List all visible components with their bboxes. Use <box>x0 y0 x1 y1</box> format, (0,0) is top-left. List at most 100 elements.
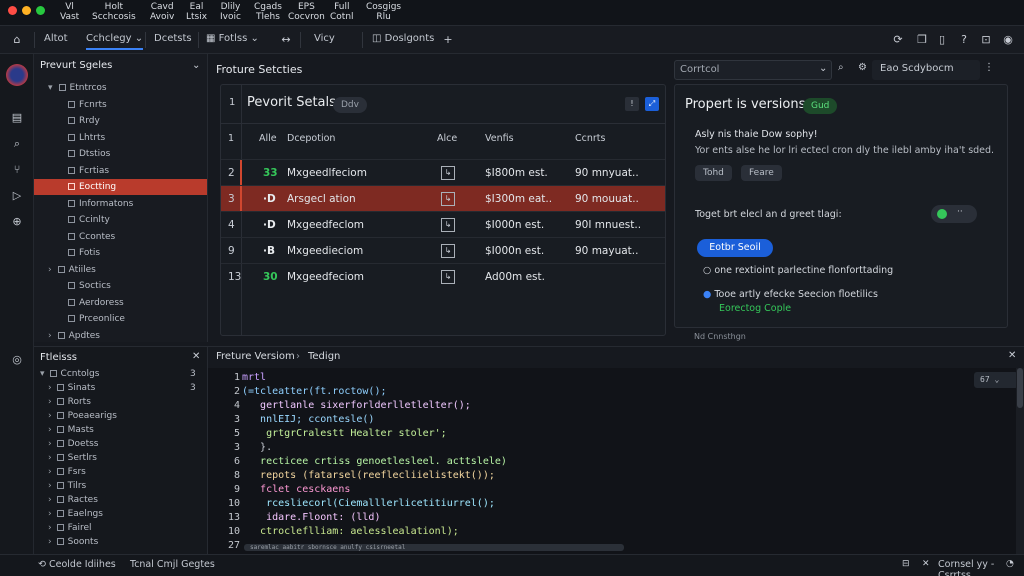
breadcrumb[interactable]: Freture Versiom <box>216 351 295 362</box>
column-header[interactable]: Alle <box>259 133 277 144</box>
menu-item[interactable]: EPS Cocvron <box>288 2 325 22</box>
sidebar2-item[interactable]: › Rorts <box>34 395 207 409</box>
scrollbar-thumb[interactable] <box>1017 368 1023 408</box>
search-icon[interactable]: ⌕ <box>9 136 25 152</box>
menu-item[interactable]: Vl Vast <box>60 2 79 22</box>
radio-option[interactable]: ○ one rextioint parlectine flonforttadin… <box>703 265 893 276</box>
layout-icon[interactable]: ⊟ <box>902 559 910 569</box>
zoom-control[interactable]: 67 ⌄ <box>974 372 1018 388</box>
radio-option-selected[interactable]: ● Tooe artly efecke Seecion floetilics <box>703 289 878 300</box>
sidebar-item[interactable]: Fcnrts <box>34 97 207 113</box>
sidebar2-item[interactable]: › Fsrs <box>34 465 207 479</box>
search-input[interactable]: Corrtcol ⌄ <box>674 60 832 80</box>
toolbar-item-active[interactable]: Cchclegy ⌄ <box>86 33 144 50</box>
toolbar-item-view[interactable]: Vicy <box>314 33 335 44</box>
minimize-window-icon[interactable] <box>22 6 31 15</box>
sidebar-item[interactable]: Fotis <box>34 245 207 261</box>
row-checkbox-icon[interactable]: ↳ <box>441 244 455 258</box>
code-line[interactable]: rcesliecorl(Ciemalllerlicetitiurrel(); <box>242 498 495 509</box>
clipboard-icon[interactable]: ▯ <box>934 32 950 48</box>
breadcrumb-current[interactable]: Tedign <box>308 351 340 362</box>
expand-icon[interactable]: ⤢ <box>645 97 659 111</box>
code-line[interactable]: nnlEIJ; ccontesle() <box>242 414 374 425</box>
sidebar2-item[interactable]: › Sertlrs <box>34 451 207 465</box>
column-header[interactable]: Ccnrts <box>575 133 605 144</box>
horizontal-scrollbar[interactable]: saremlac aabitr sbornsce anulfy csisrnee… <box>244 544 624 551</box>
status-item[interactable]: ⟲ Ceolde Idiihes <box>38 559 116 570</box>
sidebar2-item[interactable]: › Masts <box>34 423 207 437</box>
toggle-switch[interactable]: ·· <box>931 205 977 223</box>
menu-item[interactable]: Cosgigs Rlu <box>366 2 401 22</box>
vertical-scrollbar[interactable] <box>1016 368 1024 554</box>
toolbar-item-altot[interactable]: Altot <box>44 33 68 44</box>
table-row[interactable]: 13 30 Mxgeedfeciom ↳ Ad00m est. <box>221 263 665 289</box>
sidebar-item[interactable]: Fcrtias <box>34 163 207 179</box>
sidebar-item[interactable]: Aerdoress <box>34 295 207 311</box>
sidebar-item[interactable]: Ccinlty <box>34 212 207 228</box>
table-row[interactable]: 2 33 Mxgeedlfeciom ↳ $I800m est. 90 mnyuat.. <box>221 159 665 186</box>
chip-button[interactable]: Feare <box>741 165 782 181</box>
table-row[interactable]: 3 ·D Arsgecl ation ↳ $I300m eat.. 90 mouuat.. <box>221 185 665 212</box>
sidebar2-item[interactable]: › Sinats 3 <box>34 381 207 395</box>
sidebar2-item[interactable]: › Soonts <box>34 535 207 549</box>
sidebar-item[interactable]: Rrdy <box>34 113 207 129</box>
sidebar-item[interactable]: Lhtrts <box>34 130 207 146</box>
toolbar-item-fields[interactable]: ▦ Fotlss ⌄ <box>206 33 259 44</box>
sidebar-item[interactable]: ▾ Etntrcos <box>34 80 207 96</box>
menu-item[interactable]: Cavd Avoiv <box>150 2 174 22</box>
help-icon[interactable]: ? <box>956 32 972 48</box>
chevron-down-icon[interactable]: ⌄ <box>192 60 200 71</box>
column-header[interactable]: Dcepotion <box>287 133 335 144</box>
chat-icon[interactable]: ◎ <box>9 352 25 368</box>
search-icon[interactable]: ⌕ <box>838 62 844 73</box>
code-line[interactable]: grtgrCralestt Healter stoler'; <box>242 428 447 439</box>
sidebar-item[interactable]: Soctics <box>34 278 207 294</box>
more-icon[interactable]: ⋮ <box>984 62 994 73</box>
code-editor[interactable]: 1 mrtl 2 (=tcleatter(ft.roctow(); 4 gertlanl… <box>208 368 1024 554</box>
close-icon[interactable]: ✕ <box>192 351 200 362</box>
add-icon[interactable]: + <box>440 32 456 48</box>
menu-item[interactable]: Full Cotnl <box>330 2 354 22</box>
toolbar-item-documents[interactable]: ◫ Doslgonts <box>372 33 434 44</box>
sidebar2-item[interactable]: › Doetss <box>34 437 207 451</box>
maximize-window-icon[interactable] <box>36 6 45 15</box>
row-checkbox-icon[interactable]: ↳ <box>441 166 455 180</box>
sidebar-item[interactable]: › Atiiles <box>34 262 207 278</box>
toolbar-item-datasets[interactable]: Dcetsts <box>154 33 192 44</box>
row-checkbox-icon[interactable]: ↳ <box>441 192 455 206</box>
chip-button[interactable]: Tohd <box>695 165 732 181</box>
close-icon[interactable]: ✕ <box>1008 350 1016 361</box>
code-line[interactable]: ctrocleflliam: aelesslealationl); <box>242 526 459 537</box>
close-window-icon[interactable] <box>8 6 17 15</box>
sidebar2-item[interactable]: › Poeaearigs <box>34 409 207 423</box>
sidebar2-item[interactable]: › Tilrs <box>34 479 207 493</box>
code-line[interactable]: }. <box>242 442 272 453</box>
table-row[interactable]: 9 ·B Mxgeedieciom ↳ $I000n est. 90 mayuat.. <box>221 237 665 263</box>
sidebar2-item[interactable]: › Ractes <box>34 493 207 507</box>
explorer-icon[interactable]: ▤ <box>9 110 25 126</box>
copy-icon[interactable]: ❐ <box>914 32 930 48</box>
primary-button[interactable]: Eotbr Seoil <box>697 239 773 257</box>
column-header[interactable]: Venfis <box>485 133 514 144</box>
row-checkbox-icon[interactable]: ↳ <box>441 270 455 284</box>
menu-item[interactable]: Holt Scchcosis <box>92 2 136 22</box>
home-icon[interactable]: ⌂ <box>9 32 25 48</box>
sidebar2-item[interactable]: › Eaelngs <box>34 507 207 521</box>
code-line[interactable]: recticee crtiss genoetlesleel. acttslele… <box>242 456 507 467</box>
sidebar-item[interactable]: › Apdtes <box>34 328 207 344</box>
code-line[interactable]: mrtl <box>242 372 266 383</box>
table-row[interactable]: 4 ·D Mxgeedfeclom ↳ $I000n est. 90I mnuest.. <box>221 211 665 237</box>
run-icon[interactable]: ▷ <box>9 188 25 204</box>
sidebar-item[interactable]: Ccontes <box>34 229 207 245</box>
info-icon[interactable]: ! <box>625 97 639 111</box>
menu-item[interactable]: Eal Ltsix <box>186 2 207 22</box>
user-icon[interactable]: ◉ <box>1000 32 1016 48</box>
bell-icon[interactable]: ◔ <box>1006 559 1014 569</box>
source-control-icon[interactable]: ⑂ <box>9 162 25 178</box>
code-line[interactable]: gertlanle sixerforlderlletlelter(); <box>242 400 471 411</box>
menu-item[interactable]: Cgads Tlehs <box>254 2 282 22</box>
sidebar-item[interactable]: Prceonlice <box>34 311 207 327</box>
code-line[interactable]: fclet cesckaens <box>242 484 350 495</box>
settings-icon[interactable]: ⚙ <box>858 62 867 73</box>
scope-selector[interactable]: Eao Scdybocm <box>872 60 980 80</box>
